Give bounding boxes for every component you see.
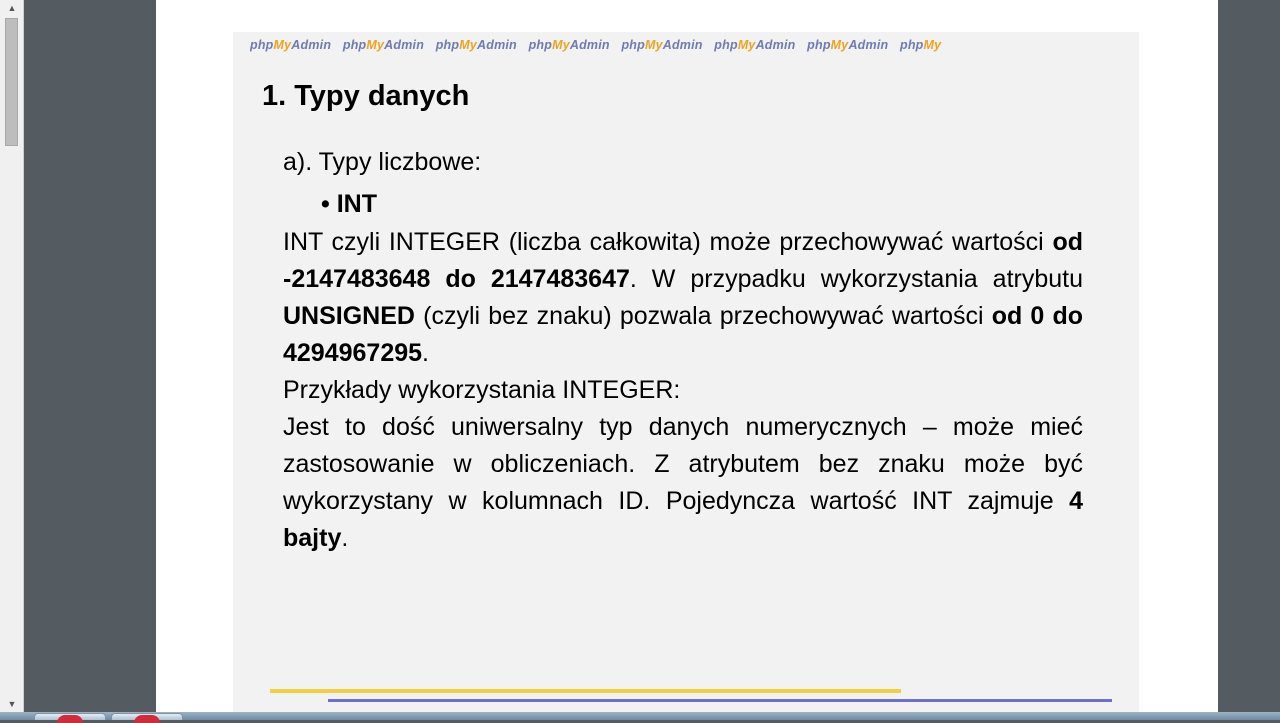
paragraph-examples-heading: Przykłady wykorzystania INTEGER: (283, 376, 681, 404)
brand-segment: phpMyAdmin (528, 38, 610, 52)
brand-segment: phpMyAdmin (621, 38, 703, 52)
app-icon (57, 715, 83, 723)
text-run: Jest to dość uniwersalny typ danych nume… (283, 413, 1083, 515)
bullet-label: INT (336, 190, 377, 218)
text-run: (czyli bez znaku) pozwala przechowywać w… (414, 302, 992, 330)
slide: phpMyAdmin phpMyAdmin phpMyAdmin phpMyAd… (233, 32, 1139, 712)
paragraph-int-range: INT czyli INTEGER (liczba całkowita) moż… (283, 224, 1083, 372)
brand-segment: phpMyAdmin (714, 38, 796, 52)
brand-segment: phpMyAdmin (342, 38, 425, 52)
app-icon (134, 715, 160, 723)
phpmyadmin-watermark-banner: phpMyAdmin phpMyAdmin phpMyAdmin phpMyAd… (250, 38, 1130, 52)
slide-body-text: INT czyli INTEGER (liczba całkowita) moż… (283, 224, 1083, 557)
brand-segment: phpMyAdmin (250, 38, 332, 52)
bullet-item-int: • INT (321, 190, 377, 219)
taskbar (0, 712, 1280, 723)
section-subheading: a). Typy liczbowe: (283, 148, 482, 176)
slide-title: 1. Typy danych (262, 80, 470, 112)
scroll-up-arrow-icon[interactable]: ▲ (0, 0, 24, 16)
document-page: phpMyAdmin phpMyAdmin phpMyAdmin phpMyAd… (156, 0, 1218, 712)
scroll-down-arrow-icon[interactable]: ▼ (0, 696, 24, 712)
scrollbar-thumb[interactable] (5, 18, 18, 146)
taskbar-button[interactable] (34, 713, 106, 723)
paragraph-int-usage: Jest to dość uniwersalny typ danych nume… (283, 409, 1083, 557)
decorative-yellow-line (270, 689, 901, 693)
brand-segment: phpMy (900, 38, 942, 52)
text-run: . W przypadku wykorzystania atrybutu (629, 265, 1083, 293)
text-run: . (341, 524, 349, 552)
text-run: . (422, 339, 429, 367)
taskbar-button[interactable] (111, 713, 183, 723)
bold-unsigned: UNSIGNED (283, 302, 415, 330)
brand-segment: phpMyAdmin (807, 38, 889, 52)
text-run: INT czyli INTEGER (liczba całkowita) moż… (283, 228, 1053, 256)
brand-segment: phpMyAdmin (435, 38, 517, 52)
decorative-blue-line (328, 699, 1112, 702)
vertical-scrollbar[interactable]: ▲ ▼ (0, 0, 24, 712)
bullet-symbol: • (321, 190, 330, 218)
